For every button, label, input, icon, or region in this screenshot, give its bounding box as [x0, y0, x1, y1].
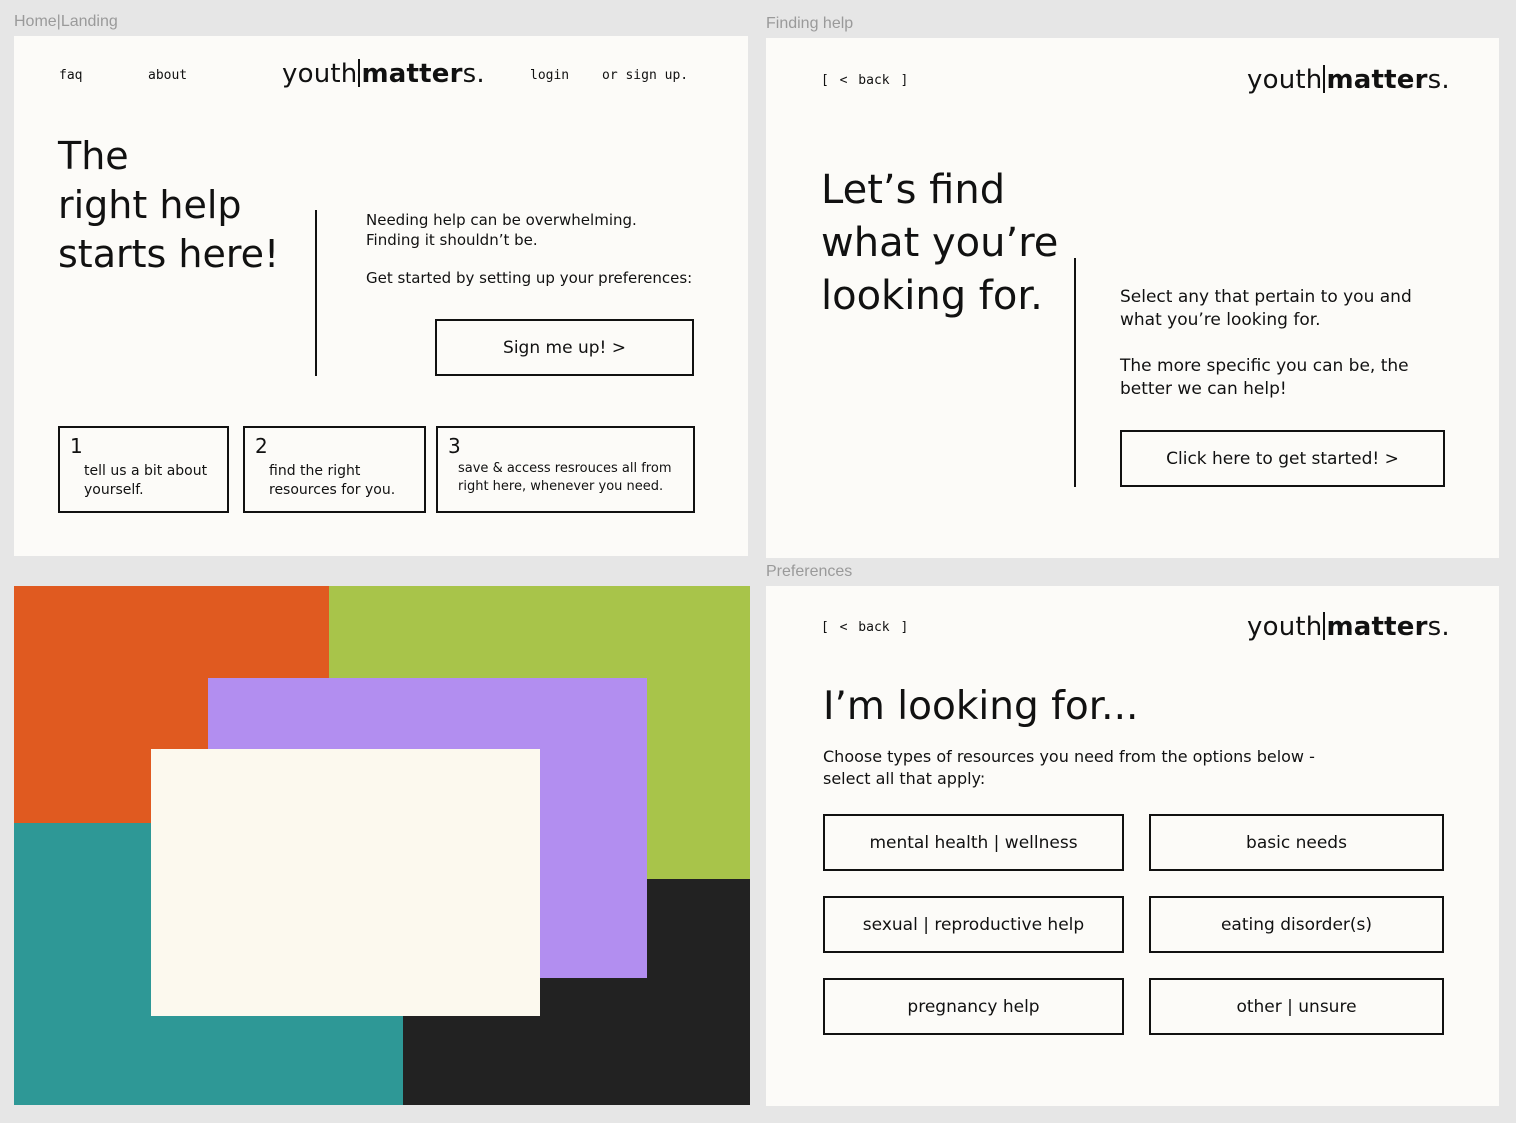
finding-help-frame: [ < back ] youth matters. Let’s find what…: [766, 38, 1499, 558]
step-text-1: tell us a bit about yourself.: [84, 462, 207, 500]
headline-line-3: looking for.: [821, 273, 1043, 319]
logo[interactable]: youth matters.: [1247, 612, 1450, 642]
logo-text-light: youth: [282, 59, 358, 89]
finding-description: Select any that pertain to you and what …: [1120, 286, 1412, 401]
landing-headline: The right help starts here!: [58, 132, 279, 279]
intro-line-3: Get started by setting up your preferenc…: [366, 269, 693, 287]
logo-text-end: s.: [1427, 65, 1450, 95]
desc-line-1: Choose types of resources you need from …: [823, 747, 1315, 766]
intro-line-1: Needing help can be overwhelming.: [366, 211, 637, 229]
back-button[interactable]: [ < back ]: [821, 620, 908, 635]
step-text-2: find the right resources for you.: [269, 462, 395, 500]
step-1-line-1: tell us a bit about: [84, 463, 208, 479]
logo-text-light: youth: [1247, 65, 1323, 95]
nav-faq-link[interactable]: faq: [59, 68, 82, 83]
step-3-line-2: right here, whenever you need.: [458, 479, 664, 494]
step-3-line-1: save & access resrouces all from: [458, 461, 672, 476]
frame-label-finding-help: Finding help: [766, 15, 854, 32]
preferences-description: Choose types of resources you need from …: [823, 746, 1315, 790]
nav-login-link[interactable]: login: [530, 68, 569, 83]
headline-line-1: Let’s find: [821, 167, 1006, 213]
option-other-unsure[interactable]: other | unsure: [1149, 978, 1444, 1035]
desc-line-1: Select any that pertain to you and: [1120, 287, 1412, 307]
step-text-3: save & access resrouces all from right h…: [458, 460, 671, 496]
color-block-cream: [151, 749, 540, 1016]
frame-label-preferences: Preferences: [766, 563, 853, 580]
preferences-frame: [ < back ] youth matters. I’m looking for…: [766, 586, 1499, 1106]
nav-about-link[interactable]: about: [148, 68, 187, 83]
desc-line-3: The more specific you can be, the: [1120, 356, 1409, 376]
step-number-3: 3: [448, 434, 461, 458]
nav-signup-link[interactable]: or sign up.: [602, 68, 688, 83]
option-sexual-reproductive-help[interactable]: sexual | reproductive help: [823, 896, 1124, 953]
logo-text-end: s.: [1427, 612, 1450, 642]
step-number-1: 1: [70, 434, 83, 458]
headline-line-2: what you’re: [821, 220, 1059, 266]
logo-text-light: youth: [1247, 612, 1323, 642]
frame-label-landing: Home|Landing: [14, 13, 118, 30]
finding-headline: Let’s find what you’re looking for.: [821, 164, 1058, 323]
landing-intro: Needing help can be overwhelming. Findin…: [366, 210, 692, 288]
preferences-headline: I’m looking for...: [823, 684, 1139, 729]
logo-text-bold: matter: [1326, 65, 1428, 95]
step-card-2: 2 find the right resources for you.: [243, 426, 426, 513]
option-eating-disorders[interactable]: eating disorder(s): [1149, 896, 1444, 953]
get-started-button[interactable]: Click here to get started! >: [1120, 430, 1445, 487]
logo-text-bold: matter: [1326, 612, 1428, 642]
intro-line-2: Finding it shouldn’t be.: [366, 231, 538, 249]
divider-line: [315, 210, 317, 376]
headline-line-1: The: [58, 134, 129, 178]
step-2-line-1: find the right: [269, 463, 361, 479]
option-basic-needs[interactable]: basic needs: [1149, 814, 1444, 871]
headline-line-3: starts here!: [58, 232, 280, 276]
step-number-2: 2: [255, 434, 268, 458]
headline-line-2: right help: [58, 183, 242, 227]
desc-line-2: select all that apply:: [823, 769, 986, 788]
step-2-line-2: resources for you.: [269, 482, 396, 498]
step-card-3: 3 save & access resrouces all from right…: [436, 426, 695, 513]
divider-line: [1074, 258, 1076, 487]
logo-text-bold: matter: [361, 59, 463, 89]
logo[interactable]: youth matters.: [282, 59, 485, 89]
step-1-line-2: yourself.: [84, 482, 144, 498]
desc-line-4: better we can help!: [1120, 379, 1287, 399]
logo[interactable]: youth matters.: [1247, 65, 1450, 95]
sign-me-up-button[interactable]: Sign me up! >: [435, 319, 694, 376]
option-mental-health-wellness[interactable]: mental health | wellness: [823, 814, 1124, 871]
option-pregnancy-help[interactable]: pregnancy help: [823, 978, 1124, 1035]
back-button[interactable]: [ < back ]: [821, 73, 908, 88]
logo-text-end: s.: [462, 59, 485, 89]
step-card-1: 1 tell us a bit about yourself.: [58, 426, 229, 513]
desc-line-2: what you’re looking for.: [1120, 310, 1321, 330]
landing-frame: faq about youth matters. login or sign up…: [14, 36, 748, 556]
